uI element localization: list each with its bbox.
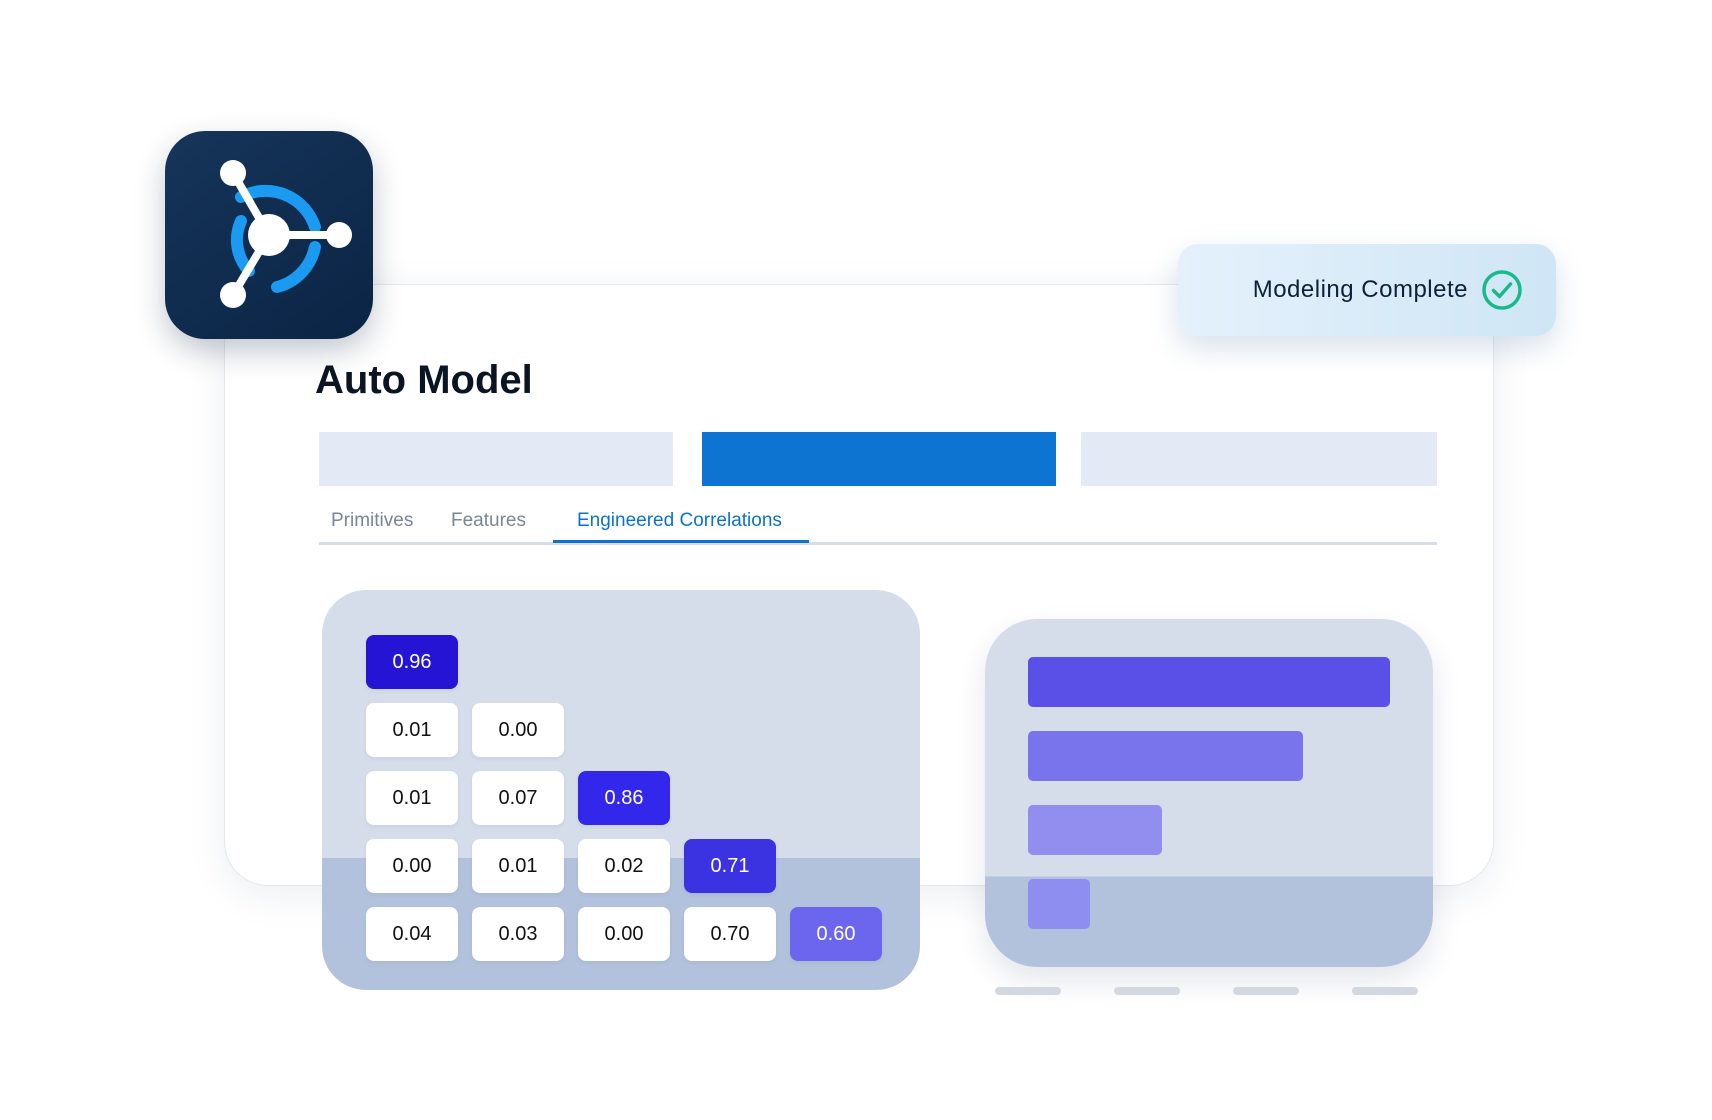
modeling-complete-badge: Modeling Complete — [1178, 244, 1556, 336]
check-circle-icon — [1482, 270, 1522, 310]
matrix-cell: 0.01 — [366, 771, 458, 825]
matrix-cell: 0.00 — [578, 907, 670, 961]
matrix-cell: 0.86 — [578, 771, 670, 825]
axis-tick — [1352, 987, 1418, 995]
tab-primitives[interactable]: Primitives — [331, 510, 413, 532]
chart-bar — [1028, 657, 1390, 707]
page-title: Auto Model — [315, 358, 533, 402]
chart-bar — [1028, 731, 1303, 781]
matrix-cell: 0.00 — [366, 839, 458, 893]
active-tab-indicator — [553, 540, 809, 543]
tab-engineered-correlations[interactable]: Engineered Correlations — [577, 510, 782, 532]
matrix-cell: 0.60 — [790, 907, 882, 961]
chart-bar — [1028, 879, 1090, 929]
progress-step-3 — [1081, 432, 1437, 486]
feature-bar-chart-panel — [985, 619, 1433, 967]
axis-tick — [1233, 987, 1299, 995]
tab-features[interactable]: Features — [451, 510, 526, 532]
matrix-cell: 0.70 — [684, 907, 776, 961]
badge-text: Modeling Complete — [1252, 276, 1468, 303]
matrix-cell: 0.96 — [366, 635, 458, 689]
chart-bar — [1028, 805, 1162, 855]
correlation-matrix-panel: 0.96 0.01 0.00 0.01 0.07 0.86 0.00 0.01 0.02 0.71… — [322, 590, 920, 990]
matrix-cell: 0.01 — [366, 703, 458, 757]
matrix-cell: 0.01 — [472, 839, 564, 893]
axis-tick — [1114, 987, 1180, 995]
tab-bar: Primitives Features Engineered Correlati… — [319, 506, 1437, 545]
matrix-cell: 0.07 — [472, 771, 564, 825]
app-logo — [165, 131, 373, 339]
matrix-cell: 0.04 — [366, 907, 458, 961]
matrix-cell: 0.03 — [472, 907, 564, 961]
matrix-cell: 0.71 — [684, 839, 776, 893]
matrix-cell: 0.00 — [472, 703, 564, 757]
axis-tick — [995, 987, 1061, 995]
matrix-cell: 0.02 — [578, 839, 670, 893]
progress-step-1 — [319, 432, 673, 486]
network-hub-icon — [220, 160, 352, 308]
progress-step-2 — [702, 432, 1056, 486]
